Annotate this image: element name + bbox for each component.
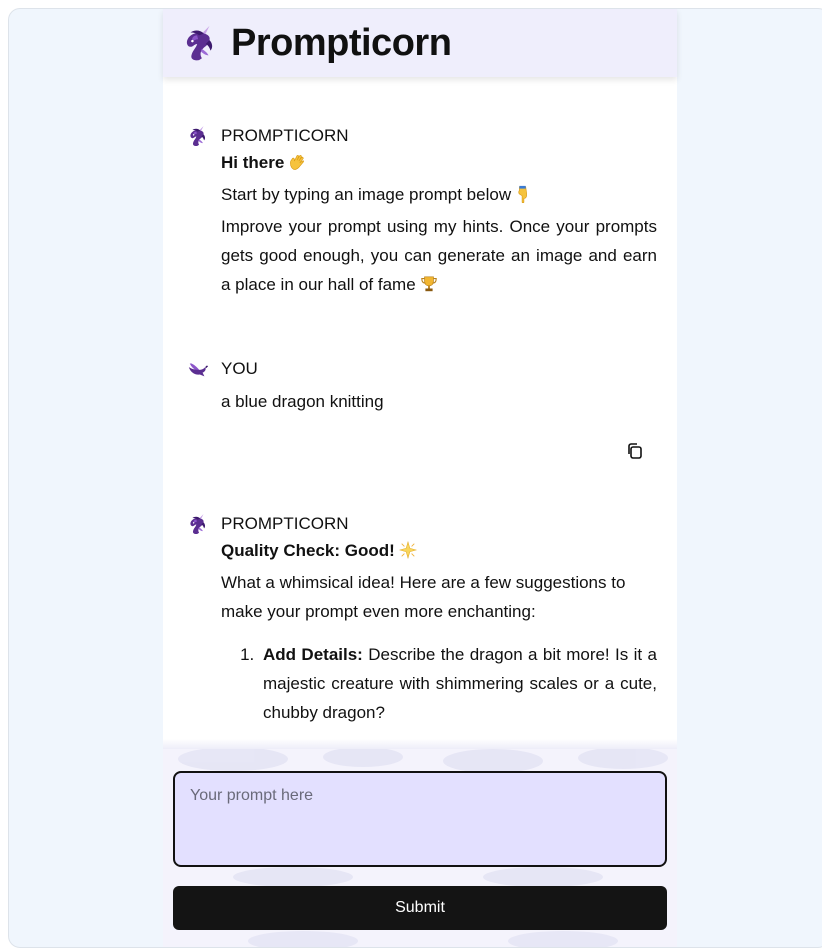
- message-sender: PROMPTICORN: [221, 126, 349, 145]
- welcome-line-2: Improve your prompt using my hints. Once…: [221, 212, 657, 302]
- trophy-icon: [420, 273, 438, 302]
- suggestion-list: Add Details: Describe the dragon a bit m…: [221, 640, 657, 727]
- message-bot-quality: PROMPTICORN Quality Check: Good! What a …: [163, 512, 677, 727]
- submit-button[interactable]: Submit: [173, 886, 667, 930]
- message-bot-welcome: PROMPTICORN Hi there Start by typing an …: [163, 124, 677, 302]
- waving-hand-icon: [288, 151, 306, 180]
- quality-intro: What a whimsical idea! Here are a few su…: [221, 573, 626, 621]
- unicorn-icon: [187, 125, 209, 147]
- prompt-input[interactable]: [173, 771, 667, 867]
- sparkle-star-icon: [398, 539, 417, 568]
- copy-icon[interactable]: [625, 441, 645, 461]
- unicorn-icon: [187, 513, 209, 535]
- scroll-fade: [163, 739, 677, 749]
- greeting-line: Hi there: [221, 148, 657, 180]
- dove-icon: [187, 358, 209, 380]
- app-header: Prompticorn: [163, 9, 677, 77]
- welcome-line-1: Start by typing an image prompt below: [221, 180, 657, 212]
- app-title: Prompticorn: [231, 21, 452, 64]
- message-sender: YOU: [221, 359, 258, 378]
- pointing-down-icon: [515, 183, 531, 212]
- message-sender: PROMPTICORN: [221, 514, 349, 533]
- chat-scroll-area[interactable]: PROMPTICORN Hi there Start by typing an …: [163, 77, 677, 749]
- user-prompt-text: a blue dragon knitting: [221, 392, 384, 411]
- list-item: Add Details: Describe the dragon a bit m…: [259, 640, 657, 727]
- quality-heading: Quality Check: Good!: [221, 536, 657, 568]
- browser-frame: Prompticorn PROMPTICORN Hi there Start b…: [8, 8, 822, 948]
- unicorn-icon: [181, 23, 219, 63]
- message-user: YOU a blue dragon knitting: [163, 357, 677, 459]
- input-panel: Submit: [163, 749, 677, 947]
- chat-app: Prompticorn PROMPTICORN Hi there Start b…: [163, 9, 677, 947]
